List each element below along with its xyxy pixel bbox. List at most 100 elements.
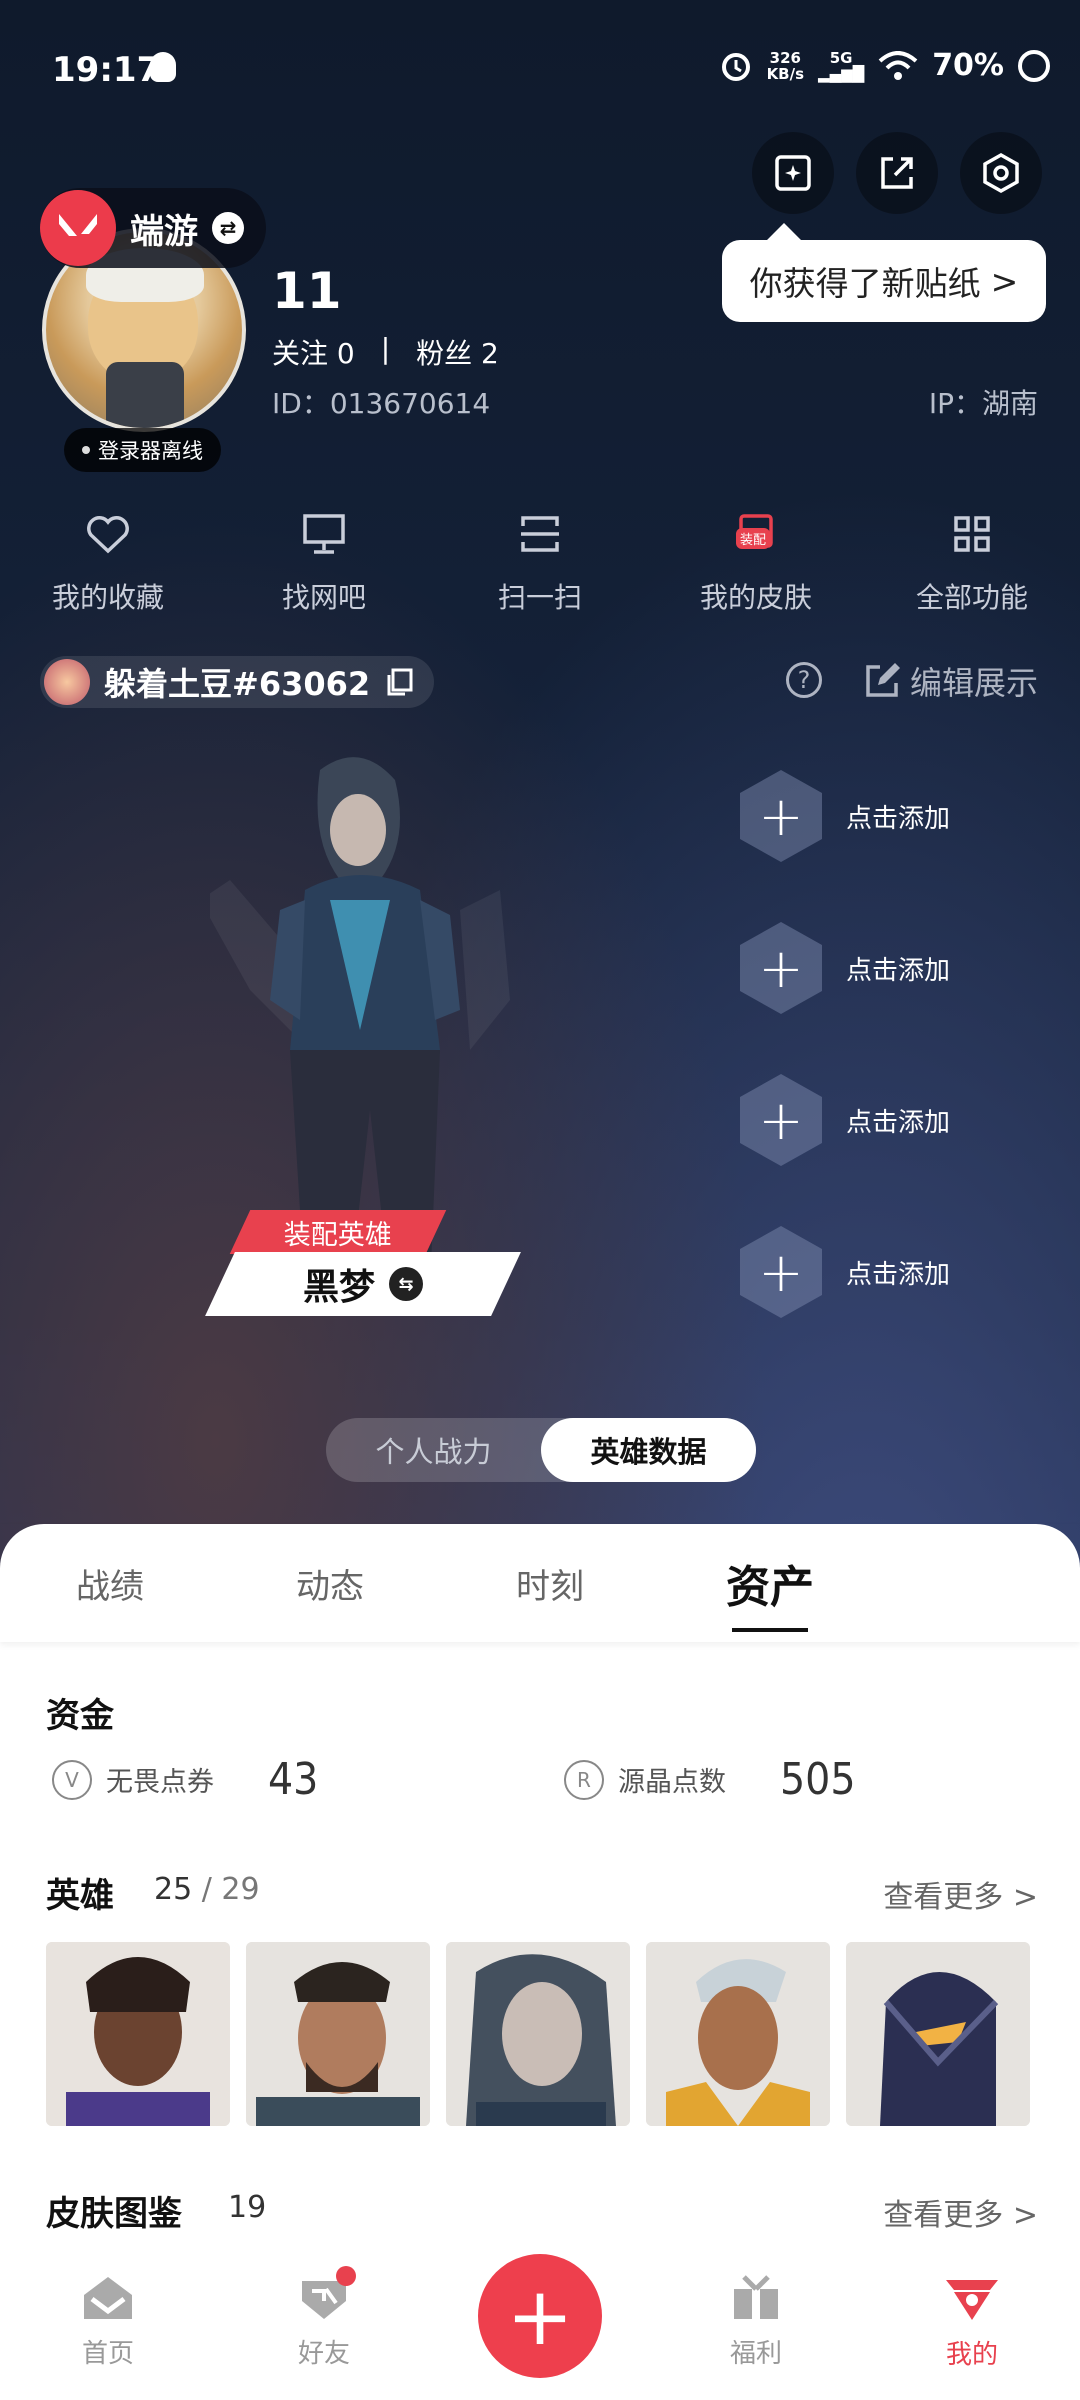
chevron-right-icon: > [990, 261, 1019, 301]
notification-dot [336, 2266, 356, 2286]
new-sticker-tooltip[interactable]: 你获得了新贴纸 > [722, 240, 1046, 322]
add-slot[interactable]: + 点击添加 [740, 1074, 950, 1166]
user-id: ID：013670614 [272, 387, 491, 420]
func-scan[interactable]: 扫一扫 [432, 510, 648, 616]
equipped-hero-label[interactable]: 装配英雄 黑梦 ⇆ [205, 1210, 530, 1320]
signal-icon: 5G ▂▄▆█ [818, 48, 865, 83]
equipped-hero-tag: 装配英雄 [284, 1219, 392, 1251]
vp-value: 43 [268, 1754, 319, 1805]
equipped-hero-name: 黑梦 [302, 1267, 375, 1308]
add-icon: + [740, 770, 822, 862]
game-name: 端游 [130, 211, 198, 252]
func-all-features[interactable]: 全部功能 [864, 510, 1080, 616]
skin-icon: 装配 [732, 510, 780, 558]
skins-count: 19 [228, 2190, 267, 2225]
net-speed: 326 KB/s [766, 48, 805, 83]
tab-moments[interactable]: 时刻 [440, 1524, 660, 1642]
tab-assets[interactable]: 资产 [660, 1524, 880, 1642]
game-switch[interactable]: 端游 ⇄ [40, 188, 266, 268]
ip-location: IP：湖南 [928, 387, 1038, 420]
launcher-status-badge: 登录器离线 [64, 428, 221, 472]
hero-card[interactable] [246, 1942, 430, 2126]
nav-home[interactable]: 首页 [0, 2242, 216, 2400]
valorant-logo-icon [40, 190, 116, 266]
profile-icon [946, 2279, 998, 2320]
copy-icon[interactable] [384, 667, 414, 697]
tab-record[interactable]: 战绩 [0, 1524, 220, 1642]
vp-balance: V 无畏点券 43 [52, 1754, 318, 1805]
wifi-icon [878, 50, 918, 80]
func-internet-cafe[interactable]: 找网吧 [216, 510, 432, 616]
skin-equip-tag: 装配 [736, 528, 771, 549]
profile-screen: 19:17 326 KB/s 5G ▂▄▆█ 70% 你获得了新贴纸 > 端游 … [0, 0, 1080, 2400]
status-bar: 19:17 326 KB/s 5G ▂▄▆█ 70% [0, 0, 1080, 140]
skins-title: 皮肤图鉴 [46, 2194, 182, 2234]
add-icon: + [740, 922, 822, 1014]
hero-card[interactable] [446, 1942, 630, 2126]
toggle-hero-data[interactable]: 英雄数据 [541, 1418, 756, 1482]
battery-icon [1018, 49, 1050, 82]
nav-create[interactable]: + [432, 2242, 648, 2400]
game-avatar [44, 659, 90, 705]
swap-hero-icon[interactable]: ⇆ [389, 1267, 423, 1301]
heroes-count: 25 / 29 [154, 1872, 260, 1907]
grid-icon [948, 510, 996, 558]
settings-button[interactable] [960, 132, 1042, 214]
nav-me[interactable]: 我的 [864, 2242, 1080, 2400]
share-icon [881, 157, 913, 189]
help-icon[interactable]: ? [786, 662, 822, 698]
game-account-name: 躲着土豆#63062 [104, 665, 371, 703]
heart-icon [84, 510, 132, 558]
vp-icon: V [52, 1759, 92, 1800]
sticker-button[interactable] [752, 132, 834, 214]
rp-icon: R [564, 1759, 604, 1800]
alarm-icon [721, 52, 750, 81]
function-shortcuts: 我的收藏 找网吧 扫一扫 装配 我的皮肤 全部功能 [0, 510, 1080, 616]
fans-count[interactable]: 粉丝 2 [416, 332, 499, 372]
tooltip-text: 你获得了新贴纸 [749, 264, 981, 303]
toggle-personal-power[interactable]: 个人战力 [326, 1418, 541, 1482]
share-button[interactable] [856, 132, 938, 214]
hero-card[interactable] [646, 1942, 830, 2126]
home-icon [84, 2276, 132, 2319]
nav-friends[interactable]: 好友 [216, 2242, 432, 2400]
swap-icon: ⇄ [212, 212, 244, 244]
add-icon: + [740, 1226, 822, 1318]
plus-icon: + [478, 2254, 602, 2378]
qq-icon [150, 52, 176, 82]
gift-icon [734, 2274, 778, 2319]
add-slot[interactable]: + 点击添加 [740, 1226, 950, 1318]
monitor-icon [300, 510, 348, 558]
launcher-status-text: 登录器离线 [98, 439, 203, 463]
game-account-chip[interactable]: 躲着土豆#63062 [40, 656, 435, 708]
hero-card[interactable] [46, 1942, 230, 2126]
edit-icon [866, 663, 900, 697]
follow-stats: 关注 0 | 粉丝 2 [272, 332, 499, 372]
rp-value: 505 [780, 1754, 856, 1805]
vp-label: 无畏点券 [106, 1767, 214, 1798]
hero-card[interactable] [846, 1942, 1030, 2126]
heroes-more-link[interactable]: 查看更多 > [883, 1872, 1038, 1916]
add-slot[interactable]: + 点击添加 [740, 770, 950, 862]
data-toggle: 个人战力 英雄数据 [326, 1418, 756, 1482]
tab-bar: 战绩 动态 时刻 资产 [0, 1524, 1080, 1642]
following-count[interactable]: 关注 0 [272, 332, 355, 372]
status-time: 19:17 [52, 50, 161, 90]
func-my-skins[interactable]: 装配 我的皮肤 [648, 510, 864, 616]
func-favorites[interactable]: 我的收藏 [0, 510, 216, 616]
add-icon: + [740, 1074, 822, 1166]
sticker-icon [775, 155, 811, 191]
add-slot[interactable]: + 点击添加 [740, 922, 950, 1014]
rp-balance: R 源晶点数 505 [564, 1754, 856, 1805]
nav-benefits[interactable]: 福利 [648, 2242, 864, 2400]
heroes-title: 英雄 [46, 1876, 114, 1916]
settings-icon [983, 152, 1019, 194]
rp-label: 源晶点数 [618, 1767, 726, 1798]
user-name: 11 [272, 262, 342, 320]
battery-percent: 70% [932, 48, 1004, 83]
edit-display-button[interactable]: 编辑展示 [864, 658, 1038, 704]
display-slots: + 点击添加 + 点击添加 + 点击添加 + 点击添加 [740, 770, 950, 1318]
hero-list [46, 1942, 1030, 2126]
tab-feed[interactable]: 动态 [220, 1524, 440, 1642]
skins-more-link[interactable]: 查看更多 > [883, 2190, 1038, 2234]
